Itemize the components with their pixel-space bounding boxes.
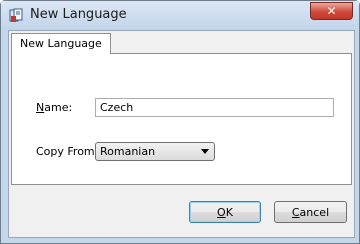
name-label-mnemonic: N xyxy=(36,101,45,114)
cancel-label-rest: ancel xyxy=(299,205,330,219)
ok-button[interactable]: OK xyxy=(189,201,261,223)
ok-mnemonic: O xyxy=(217,205,226,219)
tab-new-language[interactable]: New Language xyxy=(11,33,111,54)
title-bar[interactable]: New Language ✕ xyxy=(1,1,359,29)
dialog-client-area: New Language Name: Czech Copy From: Roma… xyxy=(8,30,355,238)
cancel-mnemonic: C xyxy=(291,205,300,219)
copy-from-dropdown[interactable]: Romanian xyxy=(95,142,215,161)
language-app-icon xyxy=(9,8,23,23)
window-title: New Language xyxy=(30,7,127,22)
tab-panel: Name: Czech Copy From: Romanian xyxy=(11,53,352,185)
copy-from-selected: Romanian xyxy=(100,145,156,158)
name-field[interactable]: Czech xyxy=(95,98,334,117)
name-field-value: Czech xyxy=(100,101,134,114)
close-button[interactable]: ✕ xyxy=(310,2,353,20)
cancel-button[interactable]: Cancel xyxy=(274,201,347,223)
tab-label: New Language xyxy=(20,37,102,50)
dialog-window: New Language ✕ New Language Name: Czech … xyxy=(0,0,360,244)
close-icon: ✕ xyxy=(326,4,337,18)
chevron-down-icon xyxy=(201,149,209,154)
name-label: Name: xyxy=(36,101,72,114)
ok-label-rest: K xyxy=(225,205,233,219)
name-label-rest: ame: xyxy=(44,101,73,114)
copy-from-label: Copy From: xyxy=(36,145,99,158)
